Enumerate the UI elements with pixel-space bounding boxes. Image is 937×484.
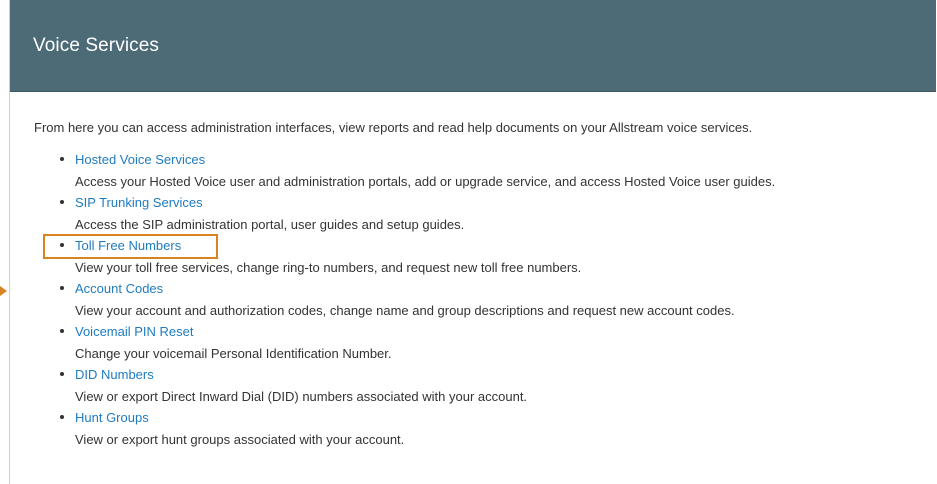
page-title: Voice Services <box>33 35 160 56</box>
bullet-icon <box>60 329 64 333</box>
panel-header: Voice Services <box>10 0 936 92</box>
hunt-groups-description: View or export hunt groups associated wi… <box>75 432 405 447</box>
bullet-icon <box>60 243 64 247</box>
did-numbers-description: View or export Direct Inward Dial (DID) … <box>75 389 528 404</box>
bullet-icon <box>60 372 64 376</box>
bullet-icon <box>60 157 64 161</box>
intro-text: From here you can access administration … <box>34 120 753 135</box>
did-numbers-link[interactable]: DID Numbers <box>75 366 154 383</box>
voice-services-page: Voice Services From here you can access … <box>0 0 937 484</box>
hosted-voice-services-description: Access your Hosted Voice user and admini… <box>75 174 776 189</box>
sip-trunking-services-link[interactable]: SIP Trunking Services <box>75 194 203 211</box>
hosted-voice-services-link[interactable]: Hosted Voice Services <box>75 151 205 168</box>
hunt-groups-link[interactable]: Hunt Groups <box>75 409 149 426</box>
bullet-icon <box>60 286 64 290</box>
callout-arrow-icon <box>0 286 7 296</box>
account-codes-link[interactable]: Account Codes <box>75 280 163 297</box>
bullet-icon <box>60 415 64 419</box>
voicemail-pin-reset-description: Change your voicemail Personal Identific… <box>75 346 392 361</box>
voicemail-pin-reset-link[interactable]: Voicemail PIN Reset <box>75 323 194 340</box>
bullet-icon <box>60 200 64 204</box>
account-codes-description: View your account and authorization code… <box>75 303 735 318</box>
toll-free-numbers-description: View your toll free services, change rin… <box>75 260 582 275</box>
sip-trunking-services-description: Access the SIP administration portal, us… <box>75 217 465 232</box>
toll-free-numbers-link[interactable]: Toll Free Numbers <box>75 237 181 254</box>
voice-services-panel: Voice Services From here you can access … <box>9 0 936 484</box>
